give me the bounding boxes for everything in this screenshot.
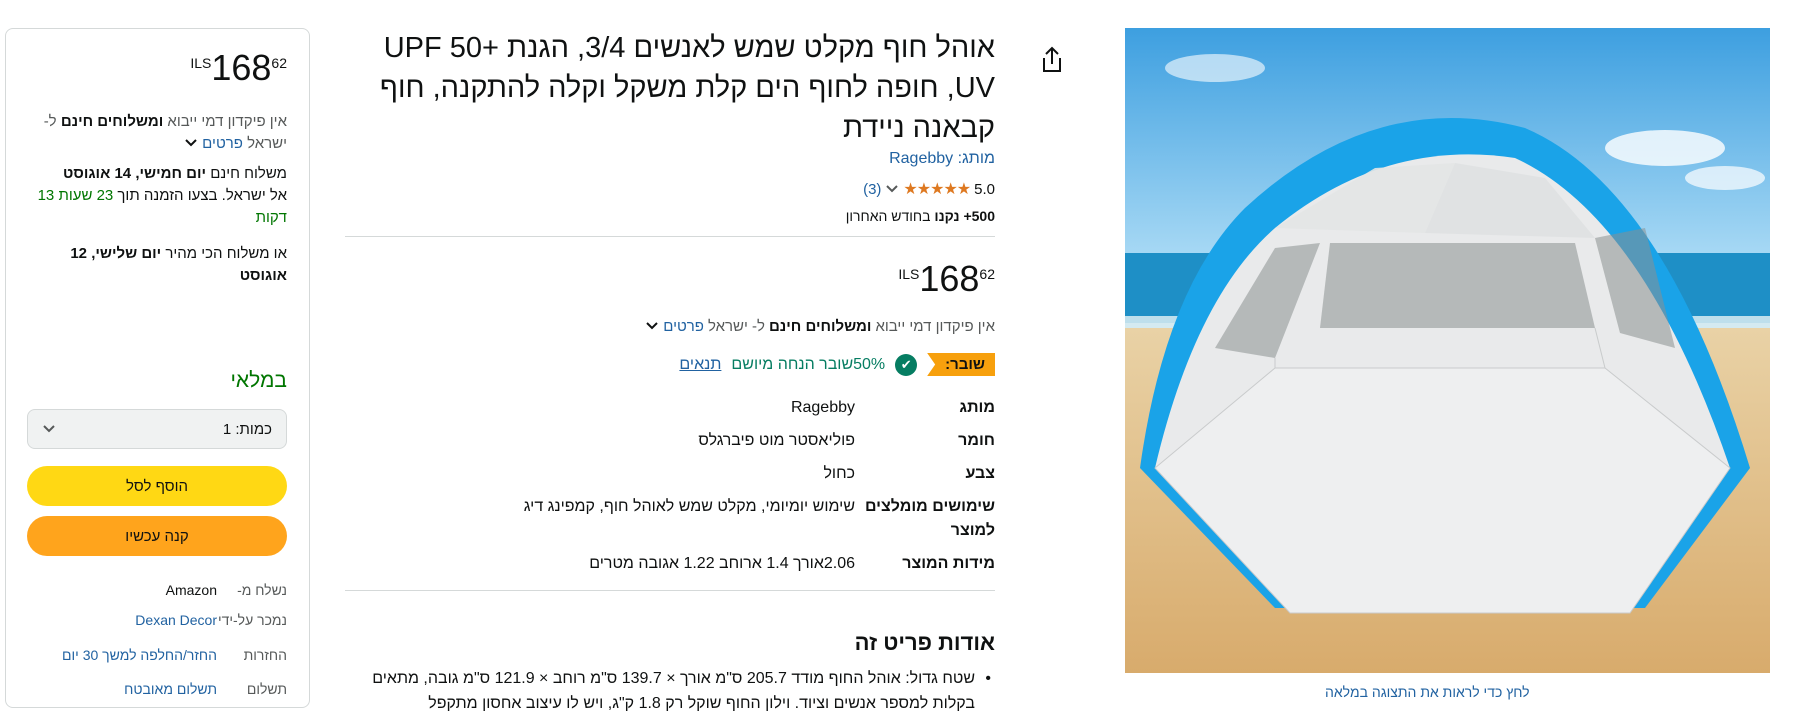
spec-row: שימושים מומלצים למוצר שימוש יומיומי, מקל… <box>523 498 995 539</box>
buy-now-button[interactable]: קנה עכשיו <box>27 516 287 556</box>
rating-value: 5.0 <box>974 180 995 198</box>
product-price: ILS 168 62 <box>898 260 995 298</box>
details-link[interactable]: פרטים <box>202 135 243 152</box>
seller-link[interactable]: Dexan Decor <box>27 612 217 628</box>
divider <box>345 236 995 237</box>
share-icon[interactable] <box>1040 46 1064 79</box>
price-fraction: 62 <box>271 55 287 71</box>
returns-link[interactable]: החזר/החלפה למשך 30 יום <box>27 647 217 663</box>
divider <box>345 590 995 591</box>
details-link[interactable]: פרטים <box>663 318 704 335</box>
price-fraction: 62 <box>979 266 995 282</box>
stock-status: במלאי <box>230 369 287 392</box>
currency-symbol: ILS <box>898 266 920 282</box>
coupon-terms-link[interactable]: תנאים <box>679 356 721 374</box>
add-to-cart-button[interactable]: הוסף לסל <box>27 466 287 506</box>
price-whole: 168 <box>919 258 980 299</box>
currency-symbol: ILS <box>190 55 212 71</box>
coupon-badge: שובר: <box>927 353 995 376</box>
bought-count: 500+ נקנו בחודש האחרון <box>845 208 995 224</box>
spec-row: צבע כחול <box>823 465 995 482</box>
payment-link[interactable]: תשלום מאובטח <box>27 681 217 697</box>
chevron-down-icon[interactable] <box>184 133 198 155</box>
buybox-price: ILS 168 62 <box>190 49 287 87</box>
chevron-down-icon <box>42 421 56 438</box>
fastest-delivery: או משלוח הכי מהיר יום שלישי, 12 אוגוסט <box>70 245 287 284</box>
quantity-label: כמות: 1 <box>222 420 272 438</box>
price-whole: 168 <box>211 47 272 88</box>
chevron-down-icon[interactable] <box>645 318 659 335</box>
about-heading: אודות פריט זה <box>854 630 995 655</box>
product-title: אוהל חוף מקלט שמש לאנשים 3/4, הגנת UPF 5… <box>379 32 995 144</box>
spec-row: מידות המוצר 2.06אורך 1.4 ארוחב 1.22 אגוב… <box>589 555 995 572</box>
product-image[interactable] <box>1125 28 1770 673</box>
spec-row: חומר פוליאסטר מוט פיברגלס <box>698 432 995 449</box>
coupon-text: 50%שובר הנחה מיושם <box>731 355 886 373</box>
delivery-info: משלוח חינם יום חמישי, 14 אוגוסט אל ישראל… <box>37 165 287 226</box>
delivery-date: יום חמישי, 14 אוגוסט <box>63 165 207 182</box>
chevron-down-icon[interactable] <box>885 181 899 198</box>
rating-summary[interactable]: 5.0 ★★★★★ (3) <box>863 179 995 199</box>
review-count-link[interactable]: (3) <box>863 181 881 198</box>
specs-table: מותג Ragebby חומר פוליאסטר מוט פיברגלס צ… <box>345 396 995 585</box>
ships-from-row: נשלח מ- Amazon <box>165 582 287 598</box>
returns-row: החזרות החזר/החלפה למשך 30 יום <box>27 647 287 663</box>
coupon-row: שובר: ✔ 50%שובר הנחה מיושם תנאים <box>679 353 995 376</box>
full-view-link[interactable]: לחץ כדי לראות את התצוגה במלאה <box>1325 684 1530 700</box>
spec-row: מותג Ragebby <box>790 399 995 416</box>
star-rating-icon: ★★★★★ <box>903 181 971 198</box>
brand-link[interactable]: מותג: Ragebby <box>889 150 995 168</box>
buy-box: ILS 168 62 אין פיקדון דמי ייבוא ומשלוחים… <box>5 28 310 708</box>
quantity-select[interactable]: כמות: 1 <box>27 409 287 449</box>
import-deposit-note: אין פיקדון דמי ייבוא ומשלוחים חינם ל- יש… <box>27 111 287 155</box>
check-icon[interactable]: ✔ <box>895 353 918 376</box>
feature-bullet: שטח גדול: אוהל החוף מודד 205.7 ס"מ אורך … <box>355 666 991 716</box>
shipping-note: אין פיקדון דמי ייבוא ומשלוחים חינם ל- יש… <box>645 318 995 335</box>
payment-row: תשלום תשלום מאובטח <box>27 681 287 697</box>
sold-by-row: נמכר על-ידי Dexan Decor <box>27 612 287 628</box>
